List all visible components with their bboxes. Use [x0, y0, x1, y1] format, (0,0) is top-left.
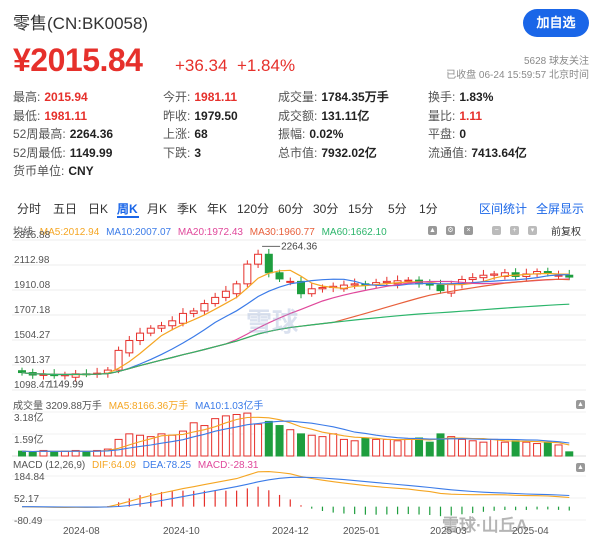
volume-bar	[468, 440, 477, 457]
volume-bar	[189, 422, 198, 457]
volume-bar	[500, 441, 509, 457]
candle-body	[200, 303, 209, 312]
candle-body	[211, 296, 220, 305]
volume-bar	[297, 433, 305, 457]
volume-axis-label: 1.59亿	[14, 433, 43, 446]
candle-body	[243, 263, 252, 285]
candle-body	[350, 283, 359, 286]
volume-bar	[522, 441, 531, 457]
volume-bar	[350, 440, 359, 457]
candle-body	[232, 283, 241, 295]
candle-body	[146, 327, 155, 334]
candle-body	[136, 332, 145, 342]
volume-bar	[168, 434, 177, 457]
volume-bar	[404, 438, 413, 457]
x-axis-label: 2025-01	[343, 526, 380, 537]
candle-body	[479, 274, 488, 279]
volume-bar	[554, 444, 563, 457]
macd-axis-label: 52.17	[14, 494, 39, 505]
volume-bar	[372, 438, 381, 457]
volume-bar	[457, 438, 466, 457]
volume-bar	[543, 441, 552, 457]
watermark: 雪球·山丘A	[442, 516, 528, 535]
low-label: 1149.99	[48, 380, 84, 391]
volume-bar	[339, 438, 348, 457]
price-axis-label: 1098.47	[14, 380, 51, 391]
x-axis-label: 2024-10	[163, 526, 200, 537]
volume-bar	[382, 438, 391, 457]
volume-bar	[211, 418, 220, 457]
chart-watermark: 雪球	[246, 307, 299, 337]
macd-collapse-icon[interactable]: ▲	[576, 463, 585, 472]
volume-collapse-icon[interactable]: ▲	[576, 400, 585, 409]
volume-bar	[329, 433, 338, 457]
candle-body	[307, 288, 316, 295]
dea-line	[22, 476, 570, 508]
candle-body	[264, 253, 273, 274]
volume-bar	[264, 420, 273, 457]
candle-body	[468, 277, 477, 281]
price-axis-label: 2112.98	[14, 255, 50, 266]
volume-axis-label: 3.18亿	[14, 411, 43, 424]
candle-body	[436, 284, 445, 292]
macd-axis-label: 184.84	[14, 472, 45, 483]
volume-bar	[286, 429, 295, 457]
price-axis-label: 2315.88	[14, 230, 51, 241]
candle-body	[168, 320, 177, 327]
volume-bar	[565, 451, 574, 457]
candle-body	[178, 312, 187, 324]
candle-body	[221, 290, 230, 298]
peak-label: 2264.36	[281, 241, 318, 252]
candle-body	[565, 274, 574, 278]
price-axis-label: 1301.37	[14, 355, 51, 366]
volume-bar	[436, 433, 445, 457]
volume-bar	[318, 436, 327, 457]
volume-bar	[511, 440, 520, 457]
volume-bar	[361, 437, 370, 457]
volume-bar	[243, 412, 252, 457]
volume-bar	[275, 425, 284, 457]
volume-bar	[425, 441, 434, 457]
volume-bar	[50, 451, 59, 457]
volume-bar	[82, 451, 91, 457]
volume-bar	[447, 436, 456, 457]
volume-bar	[18, 450, 26, 457]
candle-body	[404, 279, 413, 282]
volume-bar	[479, 441, 488, 457]
volume-bar	[490, 438, 499, 457]
macd-axis-label: -80.49	[14, 516, 43, 527]
price-axis-label: 1504.27	[14, 330, 51, 341]
candle-body	[490, 273, 499, 276]
candle-body	[318, 287, 327, 290]
x-axis-label: 2024-08	[63, 526, 100, 537]
candle-body	[157, 325, 166, 329]
price-axis-label: 1707.18	[14, 305, 51, 316]
volume-bar	[307, 434, 316, 457]
candle-body	[125, 340, 134, 354]
candle-body	[382, 280, 391, 284]
candle-body	[275, 272, 284, 280]
x-axis-label: 2024-12	[272, 526, 309, 537]
volume-bar	[254, 423, 263, 457]
volume-legend: 成交量 3209.88万手 MA5:8166.36万手 MA10:1.03亿手	[13, 401, 264, 412]
volume-bar	[157, 433, 166, 457]
volume-bar	[28, 451, 37, 457]
volume-bar	[415, 437, 424, 457]
candle-body	[543, 271, 552, 274]
candle-body	[286, 280, 295, 283]
volume-bar	[393, 440, 402, 457]
candle-body	[254, 253, 263, 265]
volume-bar	[60, 450, 69, 457]
volume-bar	[533, 443, 542, 457]
price-axis-label: 1910.08	[14, 280, 51, 291]
candle-body	[297, 280, 305, 295]
candle-body	[189, 310, 198, 314]
macd-legend: MACD (12,26,9) DIF:64.09 DEA:78.25 MACD:…	[13, 460, 259, 471]
